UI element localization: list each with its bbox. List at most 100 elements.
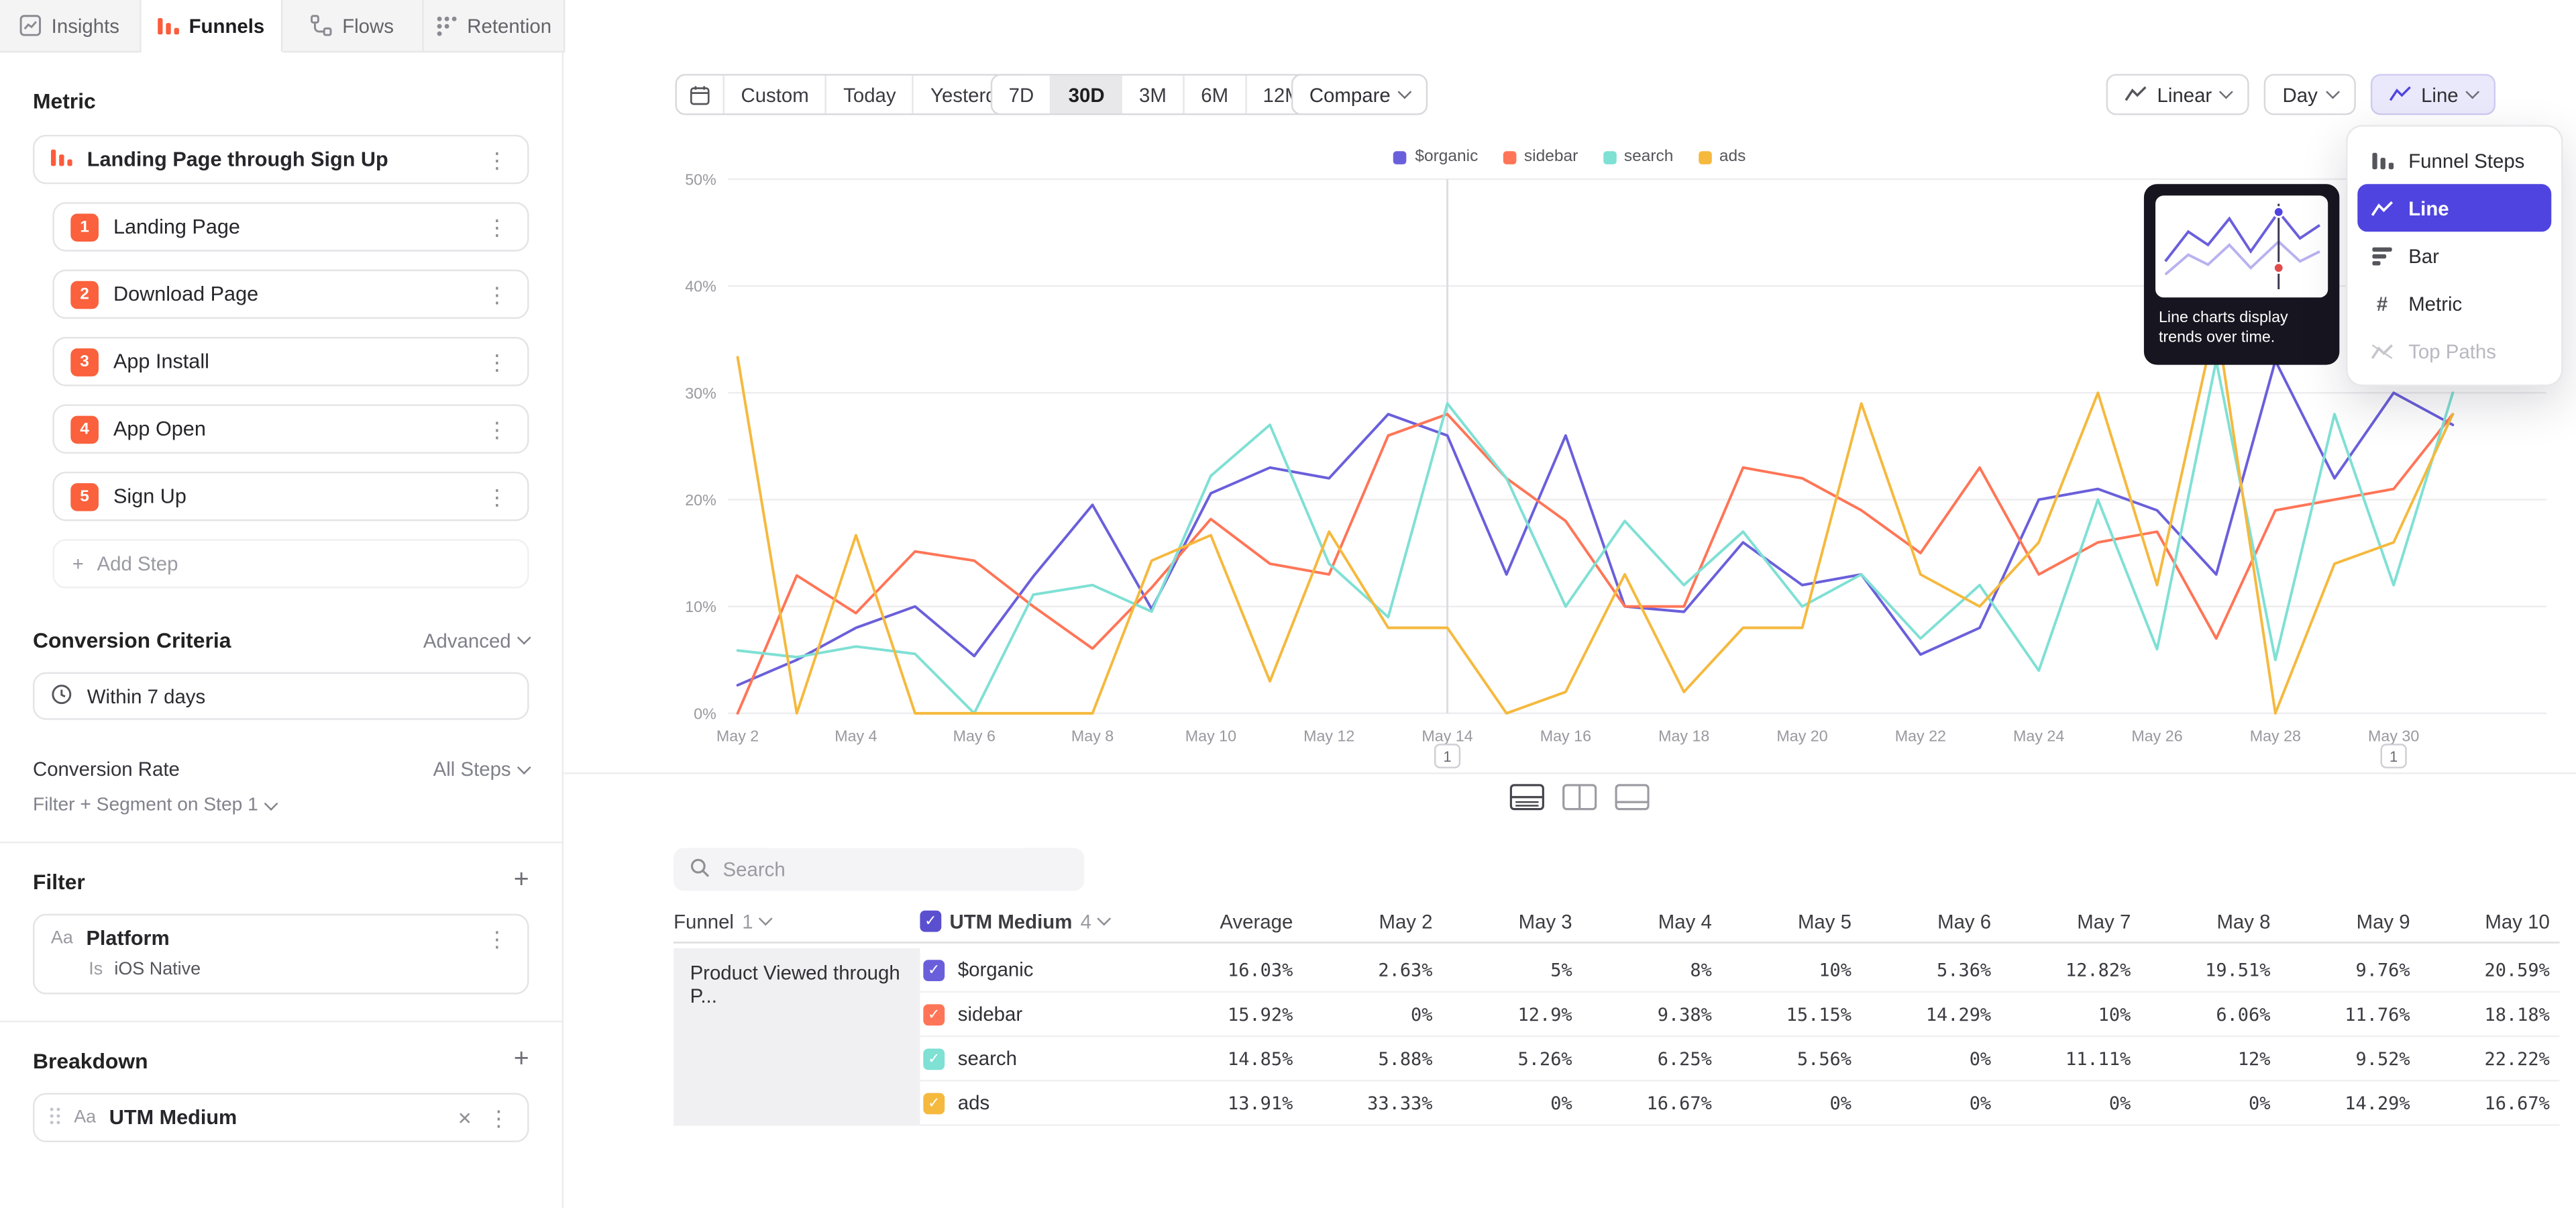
linear-scale-dropdown[interactable]: Linear	[2106, 74, 2250, 115]
funnel-step-sign-up[interactable]: 5 Sign Up ⋮	[52, 472, 529, 521]
x-axis-tick-label: May 24	[2013, 727, 2064, 744]
x-axis-tick-label: May 26	[2131, 727, 2182, 744]
step-number-badge: 1	[70, 213, 99, 241]
today-button[interactable]: Today	[827, 76, 914, 113]
daily-value: 12.82%	[1998, 959, 2137, 980]
date-column-header[interactable]: May 7	[1998, 910, 2137, 933]
conversion-window-button[interactable]: Within 7 days	[33, 672, 529, 720]
step-label: Landing Page	[113, 215, 468, 238]
filter-platform-card[interactable]: Aa Platform ⋮ Is iOS Native	[33, 914, 529, 995]
tab-retention[interactable]: Retention	[424, 0, 566, 51]
tab-insights[interactable]: Insights	[0, 0, 142, 51]
annotation-badge-label: 1	[1443, 748, 1451, 765]
kebab-menu-icon[interactable]: ⋮	[483, 149, 511, 170]
x-axis-tick-label: May 20	[1776, 727, 1827, 744]
breakdown-utm-medium-card[interactable]: Aa UTM Medium × ⋮	[33, 1093, 529, 1142]
date-column-header[interactable]: May 2	[1299, 910, 1439, 933]
daily-value: 9.38%	[1578, 1003, 1718, 1025]
add-step-button[interactable]: + Add Step	[52, 539, 529, 588]
day-granularity-dropdown[interactable]: Day	[2265, 74, 2356, 115]
menu-item-top-paths: Top Paths	[2357, 327, 2551, 374]
funnel-step-app-install[interactable]: 3 App Install ⋮	[52, 337, 529, 386]
daily-value: 0%	[1439, 1092, 1578, 1113]
compare-button[interactable]: Compare	[1291, 74, 1428, 115]
tab-flows[interactable]: Flows	[282, 0, 424, 51]
kebab-menu-icon[interactable]: ⋮	[483, 418, 511, 440]
utm-medium-column-header[interactable]: ✓ UTM Medium 4	[920, 910, 1114, 933]
kebab-menu-icon[interactable]: ⋮	[484, 1107, 513, 1128]
search-input[interactable]	[723, 858, 1068, 880]
date-column-header[interactable]: May 6	[1858, 910, 1998, 933]
funnel-steps-list: 1 Landing Page ⋮ 2 Download Page ⋮ 3 App…	[52, 202, 529, 521]
step-number-badge: 4	[70, 415, 99, 443]
date-column-header[interactable]: May 4	[1578, 910, 1718, 933]
table-row-sidebar: ✓sidebar15.92%0%12.9%9.38%15.15%14.29%10…	[920, 993, 2559, 1037]
range-7d-button[interactable]: 7D	[992, 76, 1052, 113]
add-filter-button[interactable]: +	[514, 868, 529, 894]
add-breakdown-button[interactable]: +	[514, 1047, 529, 1073]
funnel-step-download-page[interactable]: 2 Download Page ⋮	[52, 270, 529, 319]
date-column-header[interactable]: May 3	[1439, 910, 1578, 933]
x-axis-tick-label: May 16	[1540, 727, 1591, 744]
daily-value: 12.9%	[1439, 1003, 1578, 1025]
menu-item-metric[interactable]: # Metric	[2357, 279, 2551, 327]
menu-item-label: Bar	[2408, 244, 2439, 267]
chart-type-dropdown[interactable]: Line	[2370, 74, 2496, 115]
all-steps-dropdown[interactable]: All Steps	[433, 758, 529, 781]
daily-value: 12%	[2137, 1048, 2277, 1069]
funnel-step-app-open[interactable]: 4 App Open ⋮	[52, 404, 529, 453]
custom-range-button[interactable]: Custom	[724, 76, 827, 113]
drag-handle-icon[interactable]	[49, 1105, 60, 1130]
divider	[0, 842, 562, 843]
table-header-row: Funnel 1 ✓ UTM Medium 4 Average May 2May…	[674, 901, 2559, 944]
chevron-down-icon	[2466, 85, 2480, 99]
filter-operator[interactable]: Is	[89, 960, 103, 979]
kebab-menu-icon[interactable]: ⋮	[483, 351, 511, 372]
menu-item-bar[interactable]: Bar	[2357, 232, 2551, 279]
date-column-header[interactable]: May 8	[2137, 910, 2277, 933]
row-checkbox[interactable]: ✓	[923, 959, 945, 980]
y-axis-tick-label: 0%	[694, 705, 716, 722]
funnel-column-header[interactable]: Funnel 1	[674, 910, 920, 933]
table-body: Product Viewed through P... ✓$organic16.…	[674, 948, 2559, 1125]
layout-side-by-side-button[interactable]	[1562, 784, 1597, 810]
range-30d-button[interactable]: 30D	[1052, 76, 1122, 113]
menu-item-line[interactable]: Line	[2357, 184, 2551, 232]
daily-value: 0%	[1299, 1003, 1439, 1025]
menu-item-funnel-steps[interactable]: Funnel Steps	[2357, 136, 2551, 184]
remove-breakdown-icon[interactable]: ×	[458, 1106, 472, 1129]
date-column-header[interactable]: May 9	[2277, 910, 2416, 933]
kebab-menu-icon[interactable]: ⋮	[483, 283, 511, 305]
funnel-step-landing-page[interactable]: 1 Landing Page ⋮	[52, 202, 529, 251]
kebab-menu-icon[interactable]: ⋮	[483, 216, 511, 238]
advanced-dropdown[interactable]: Advanced	[423, 629, 529, 652]
conversion-rate-label: Conversion Rate	[33, 758, 180, 781]
row-checkbox[interactable]: ✓	[923, 1048, 945, 1069]
kebab-menu-icon[interactable]: ⋮	[483, 927, 511, 949]
kebab-menu-icon[interactable]: ⋮	[483, 486, 511, 507]
layout-chart-only-button[interactable]	[1615, 784, 1649, 810]
quick-range-group: 7D 30D 3M 6M 12M	[991, 74, 1320, 115]
date-column-header[interactable]: May 5	[1719, 910, 1858, 933]
filter-segment-toggle[interactable]: Filter + Segment on Step 1	[33, 795, 529, 815]
row-checkbox[interactable]: ✓	[923, 1092, 945, 1113]
calendar-icon-button[interactable]	[677, 76, 724, 113]
line-chart-icon	[2388, 83, 2411, 106]
tab-funnels[interactable]: Funnels	[142, 0, 283, 52]
flows-icon	[311, 15, 333, 36]
range-3m-button[interactable]: 3M	[1123, 76, 1185, 113]
layout-chart-and-table-button[interactable]	[1510, 784, 1544, 810]
filter-value[interactable]: iOS Native	[114, 960, 201, 979]
select-all-checkbox[interactable]: ✓	[920, 911, 941, 932]
chevron-down-icon	[1398, 85, 1412, 99]
chevron-down-icon	[517, 760, 531, 774]
row-checkbox[interactable]: ✓	[923, 1003, 945, 1025]
funnel-group-cell[interactable]: Product Viewed through P...	[674, 948, 920, 1125]
funnel-metric-card[interactable]: Landing Page through Sign Up ⋮	[33, 135, 529, 184]
average-header-label: Average	[1220, 910, 1293, 933]
date-column-header[interactable]: May 10	[2416, 910, 2556, 933]
range-6m-button[interactable]: 6M	[1185, 76, 1246, 113]
line-chart-tooltip: Line charts display trends over time.	[2144, 184, 2339, 364]
average-column-header[interactable]: Average	[1114, 910, 1299, 933]
average-value: 13.91%	[1114, 1092, 1299, 1113]
